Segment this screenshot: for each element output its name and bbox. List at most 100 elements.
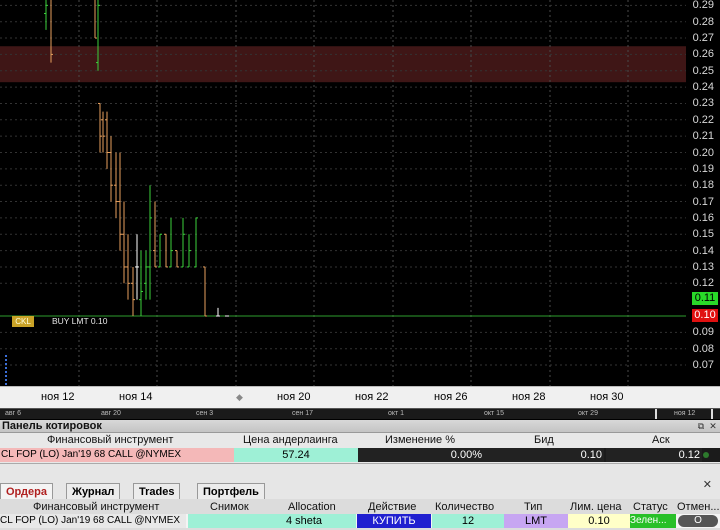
order-quantity-cell[interactable]: 12	[432, 514, 504, 528]
col-header-type[interactable]: Тип	[524, 500, 542, 514]
date-axis: ноя 12 ноя 14 ◆ ноя 20 ноя 22 ноя 26 ноя…	[0, 386, 720, 408]
order-row[interactable]: CL FOP (LO) Jan'19 68 CALL @NYMEX 4 shet…	[0, 514, 720, 528]
trading-window: CKL BUY LMT 0.10 0.29 0.28 0.27 0.26 0.25 0.2…	[0, 0, 720, 530]
date-label: ноя 30	[590, 391, 624, 403]
price-bar	[44, 0, 48, 30]
price-bar	[135, 234, 139, 300]
order-instrument-cell[interactable]: CL FOP (LO) Jan'19 68 CALL @NYMEX	[0, 514, 186, 528]
col-header-instrument[interactable]: Финансовый инструмент	[33, 500, 159, 514]
order-limit-price-cell[interactable]: 0.10	[568, 514, 630, 528]
status-dot-icon	[703, 452, 709, 458]
price-bar	[175, 250, 179, 268]
navigator-label: авг 20	[101, 410, 121, 417]
price-bar	[164, 233, 168, 268]
price-tick-label: 0.16	[692, 211, 714, 224]
price-tick-label: 0.23	[692, 97, 714, 110]
quote-panel-titlebar[interactable]: Панель котировок ⧉ ✕	[0, 420, 720, 433]
col-header-snapshot[interactable]: Снимок	[210, 500, 249, 514]
cancel-order-button[interactable]: O	[678, 515, 718, 527]
orders-panel: Ордера Журнал Trades Портфель ✕ Финансов…	[0, 463, 720, 530]
order-line-tag[interactable]: CKL	[12, 316, 34, 327]
price-bar	[114, 152, 118, 218]
price-tick-label: 0.29	[692, 0, 714, 12]
price-bar	[131, 266, 135, 316]
price-bar	[122, 201, 126, 284]
col-header-bid[interactable]: Бид	[534, 434, 554, 447]
order-snapshot-cell	[188, 514, 252, 528]
date-label: ноя 26	[434, 391, 468, 403]
price-tick-label: 0.18	[692, 179, 714, 192]
navigator-label: окт 29	[578, 410, 598, 417]
navigator-window-handle[interactable]	[655, 409, 713, 419]
date-label: ноя 12	[41, 391, 75, 403]
price-bar	[187, 234, 191, 268]
col-header-change[interactable]: Изменение %	[385, 434, 455, 447]
col-header-quantity[interactable]: Количество	[435, 500, 494, 514]
price-band-highlight	[0, 46, 686, 83]
navigator-label: окт 1	[388, 410, 405, 417]
chart-navigator[interactable]: авг 6 авг 20 сен 3 сен 17 окт 1 окт 15 о…	[0, 408, 720, 419]
navigator-label: сен 17	[292, 410, 313, 417]
price-tick-label: 0.13	[692, 260, 714, 273]
price-tick-label: 0.28	[692, 15, 714, 28]
price-tick-label: 0.22	[692, 113, 714, 126]
close-icon[interactable]: ✕	[703, 478, 712, 491]
col-header-ask[interactable]: Аск	[652, 434, 670, 447]
col-header-instrument[interactable]: Финансовый инструмент	[47, 434, 173, 447]
col-header-action[interactable]: Действие	[368, 500, 416, 514]
bid-price-badge: 0.11	[692, 292, 718, 305]
navigator-label: авг 6	[5, 410, 22, 417]
quote-panel: Панель котировок ⧉ ✕ Финансовый инструме…	[0, 420, 720, 463]
col-header-status[interactable]: Статус	[633, 500, 668, 514]
price-bar	[216, 307, 220, 317]
price-tick-label: 0.17	[692, 195, 714, 208]
price-bar	[181, 217, 185, 268]
quote-instrument-cell[interactable]: CL FOP (LO) Jan'19 68 CALL @NYMEX	[0, 448, 234, 462]
order-line-label: BUY LMT 0.10	[52, 316, 108, 326]
price-tick-label: 0.12	[692, 277, 714, 290]
date-label: ноя 14	[119, 391, 153, 403]
col-header-limit-price[interactable]: Лим. цена	[570, 500, 622, 514]
detach-icon[interactable]: ⧉	[696, 421, 706, 431]
price-bar	[148, 185, 152, 300]
order-action-cell[interactable]: КУПИТЬ	[357, 514, 431, 528]
order-type-cell[interactable]: LMT	[504, 514, 568, 528]
price-bar	[98, 102, 102, 153]
price-tick-label: 0.26	[692, 48, 714, 61]
price-bar	[126, 234, 130, 300]
col-header-cancel[interactable]: Отмен...	[677, 500, 720, 514]
col-header-underlying[interactable]: Цена андерлаинга	[243, 434, 338, 447]
quote-bid-cell[interactable]: 0.10	[484, 448, 604, 462]
quote-panel-title: Панель котировок	[2, 420, 102, 432]
price-tick-label: 0.08	[692, 342, 714, 355]
price-tick-label: 0.20	[692, 146, 714, 159]
order-allocation-cell[interactable]: 4 sheta	[252, 514, 356, 528]
price-chart[interactable]: CKL BUY LMT 0.10 0.29 0.28 0.27 0.26 0.25 0.2…	[0, 0, 720, 386]
quote-underlying-cell: 57.24	[234, 448, 358, 462]
chart-canvas[interactable]	[0, 0, 720, 386]
price-tick-label: 0.27	[692, 32, 714, 45]
price-tick-label: 0.21	[692, 130, 714, 143]
tab-journal[interactable]: Журнал	[66, 483, 121, 499]
price-bar	[109, 136, 113, 202]
date-label: ноя 28	[512, 391, 546, 403]
tab-orders[interactable]: Ордера	[0, 483, 53, 499]
price-tick-label: 0.19	[692, 162, 714, 175]
price-bar	[144, 250, 148, 300]
date-label: ноя 20	[277, 391, 311, 403]
price-bar	[203, 266, 207, 317]
tab-trades[interactable]: Trades	[133, 483, 181, 499]
axis-splitter-icon[interactable]: ◆	[236, 392, 243, 403]
price-bar	[194, 217, 198, 268]
quote-row[interactable]: CL FOP (LO) Jan'19 68 CALL @NYMEX 57.24 …	[0, 448, 720, 462]
col-header-allocation[interactable]: Allocation	[288, 500, 336, 514]
navigator-label: сен 3	[196, 410, 214, 417]
price-tick-label: 0.24	[692, 81, 714, 94]
price-bar	[101, 111, 105, 153]
close-icon[interactable]: ✕	[708, 421, 718, 431]
quote-ask-cell[interactable]: 0.12	[606, 448, 702, 462]
orders-tab-bar: Ордера Журнал Trades Портфель ✕	[0, 463, 720, 499]
ask-price-badge: 0.10	[692, 309, 718, 322]
tab-portfolio[interactable]: Портфель	[197, 483, 265, 499]
price-tick-label: 0.25	[692, 64, 714, 77]
